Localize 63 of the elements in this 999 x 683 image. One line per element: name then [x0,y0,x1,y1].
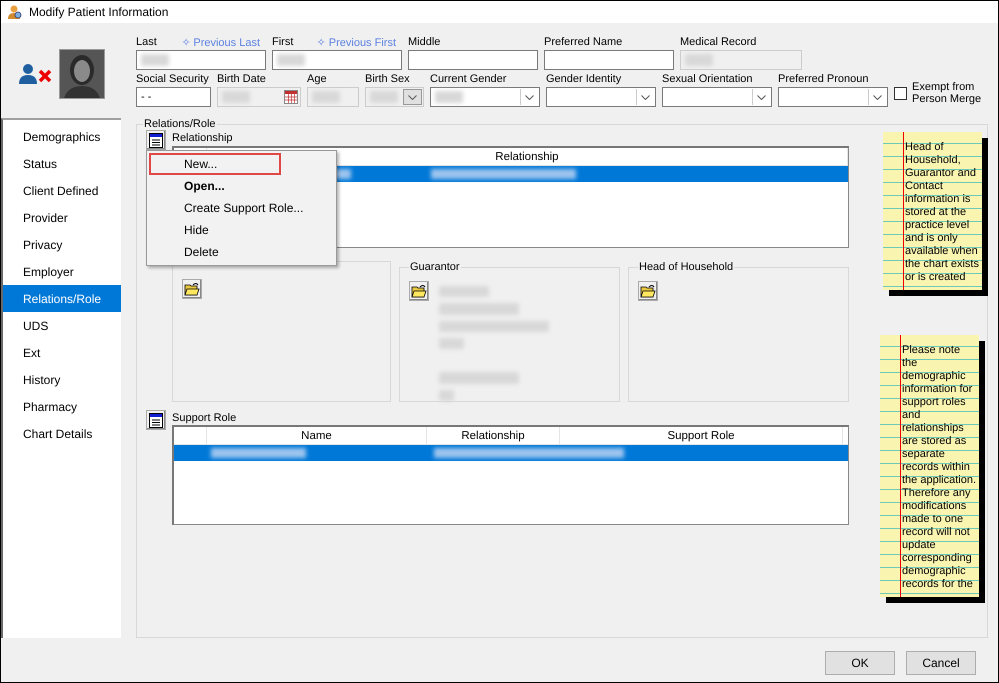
sidebar-item[interactable]: Privacy [3,231,121,258]
sidebar-item[interactable]: Relations/Role [3,285,121,312]
sidebar-item[interactable]: Status [3,150,121,177]
sidebar-item[interactable]: Provider [3,204,121,231]
cancel-button[interactable]: Cancel [906,651,976,675]
input-field[interactable]: - - [136,87,211,107]
open-folder-button[interactable] [638,281,658,301]
open-folder-button[interactable] [182,279,202,299]
input-field[interactable] [136,50,266,70]
field-label: Birth Date [217,73,266,86]
column-header[interactable]: Relationship [427,427,560,444]
group-title: Relations/Role [143,118,217,130]
menu-item[interactable]: Open... [149,175,334,197]
field-label: Medical Record [680,36,756,49]
dropdown-field[interactable] [662,87,772,107]
panel-title: Guarantor [409,261,461,273]
sidebar-item[interactable]: UDS [3,312,121,339]
input-field[interactable] [272,50,402,70]
sidebar-item[interactable]: Chart Details [3,420,121,447]
field-label: Social Security [136,73,209,86]
remove-person-icon[interactable] [19,63,53,85]
list-menu-button[interactable] [146,130,166,150]
menu-item[interactable]: Delete [149,241,334,263]
open-folder-button[interactable] [409,281,429,301]
list-menu-button[interactable] [146,410,166,430]
field-value: - - [141,91,152,103]
section-label: Relationship [172,132,233,144]
menu-item[interactable]: Hide [149,219,334,241]
field-label: First [272,36,294,49]
dropdown-field[interactable] [430,87,540,107]
input-field[interactable] [408,50,538,70]
panel-title: Head of Household [638,261,734,273]
sticky-note: Head of Household, Guarantor and Contact information is stored at the practice level and is only available when the chart exists or is created [883,132,982,290]
dropdown-field[interactable] [778,87,888,107]
sidebar-item[interactable]: Client Defined [3,177,121,204]
field-label: Age [307,73,327,86]
menu-item[interactable]: Create Support Role... [149,197,334,219]
section-label: Support Role [172,412,236,424]
field-label: Current Gender [430,73,506,86]
field-label: Preferred Name [544,36,622,49]
column-header[interactable]: Name [207,427,427,444]
table-row[interactable] [174,445,848,461]
sidebar-item[interactable]: History [3,366,121,393]
checkbox-label: Exempt from Person Merge [912,81,982,105]
sticky-note: Please note the demographic information for support roles and relationships are stored as separate records within the application. Therefore any modifications made to one record will not update corresponding demographic records for the [880,335,979,597]
sidebar-item[interactable]: Demographics [3,123,121,150]
sidebar-item[interactable]: Pharmacy [3,393,121,420]
field-label: Preferred Pronoun [778,73,868,86]
field-label: Last [136,36,157,49]
field-label: Birth Sex [365,73,410,86]
column-header[interactable]: Support Role [560,427,843,444]
window-title: Modify Patient Information [29,5,168,19]
field-label: Gender Identity [546,73,622,86]
app-icon [7,4,23,20]
field-label: Middle [408,36,440,49]
sidebar-item[interactable]: Ext [3,339,121,366]
input-field[interactable] [544,50,674,70]
ok-button[interactable]: OK [825,651,895,675]
dropdown-field[interactable] [546,87,656,107]
checkbox[interactable] [894,86,907,100]
sidebar-item[interactable]: Employer [3,258,121,285]
field-label: Sexual Orientation [662,73,752,86]
menu-item[interactable]: New... [149,153,281,175]
